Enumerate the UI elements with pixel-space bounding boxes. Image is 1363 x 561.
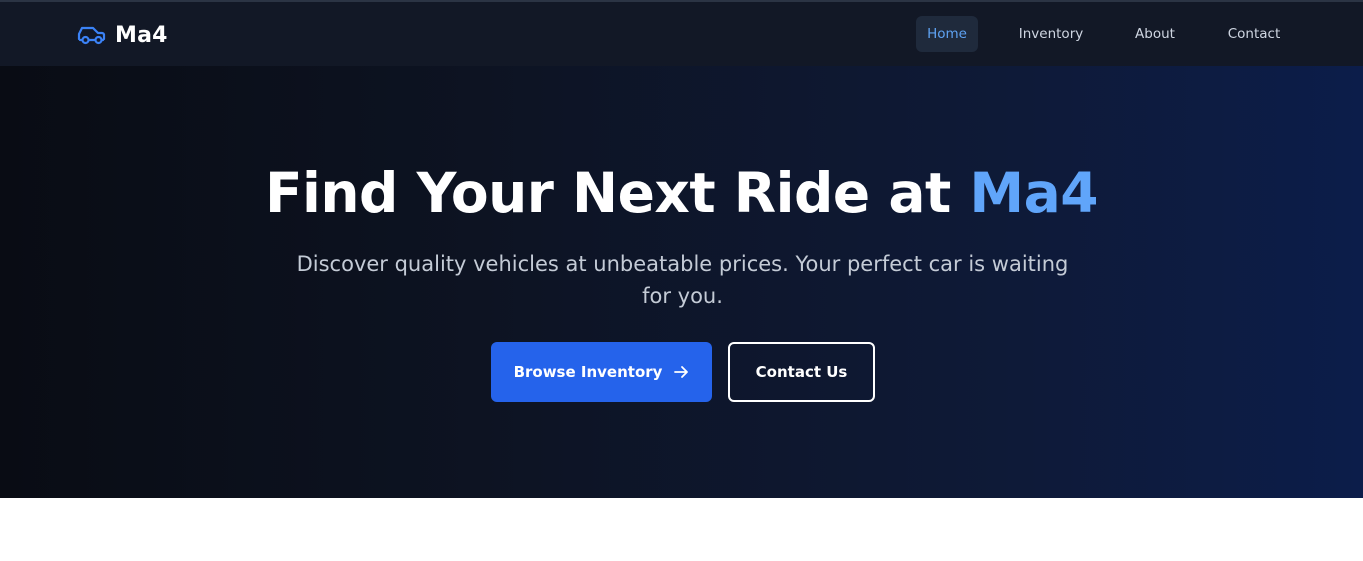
- nav-item-home[interactable]: Home: [916, 16, 978, 52]
- nav-item-contact[interactable]: Contact: [1222, 16, 1286, 52]
- nav-item-inventory[interactable]: Inventory: [1012, 16, 1090, 52]
- browse-inventory-label: Browse Inventory: [513, 363, 663, 381]
- nav-item-about[interactable]: About: [1128, 16, 1182, 52]
- hero-title-accent: Ma4: [969, 161, 1099, 225]
- hero-title: Find Your Next Ride at Ma4: [0, 161, 1363, 225]
- hero-subtitle: Discover quality vehicles at unbeatable …: [296, 252, 1069, 308]
- hero-section: Find Your Next Ride at Ma4 Discover qual…: [0, 66, 1363, 498]
- browse-inventory-button[interactable]: Browse Inventory: [491, 342, 712, 402]
- contact-us-label: Contact Us: [755, 363, 848, 381]
- brand-name: Ma4: [115, 22, 168, 48]
- car-icon: [77, 26, 106, 45]
- navbar: Ma4 Home Inventory About Contact: [0, 0, 1363, 66]
- contact-us-button[interactable]: Contact Us: [728, 342, 875, 402]
- hero-title-main: Find Your Next Ride at: [264, 161, 951, 225]
- brand-logo[interactable]: Ma4: [76, 20, 168, 50]
- arrow-right-icon: [674, 366, 689, 378]
